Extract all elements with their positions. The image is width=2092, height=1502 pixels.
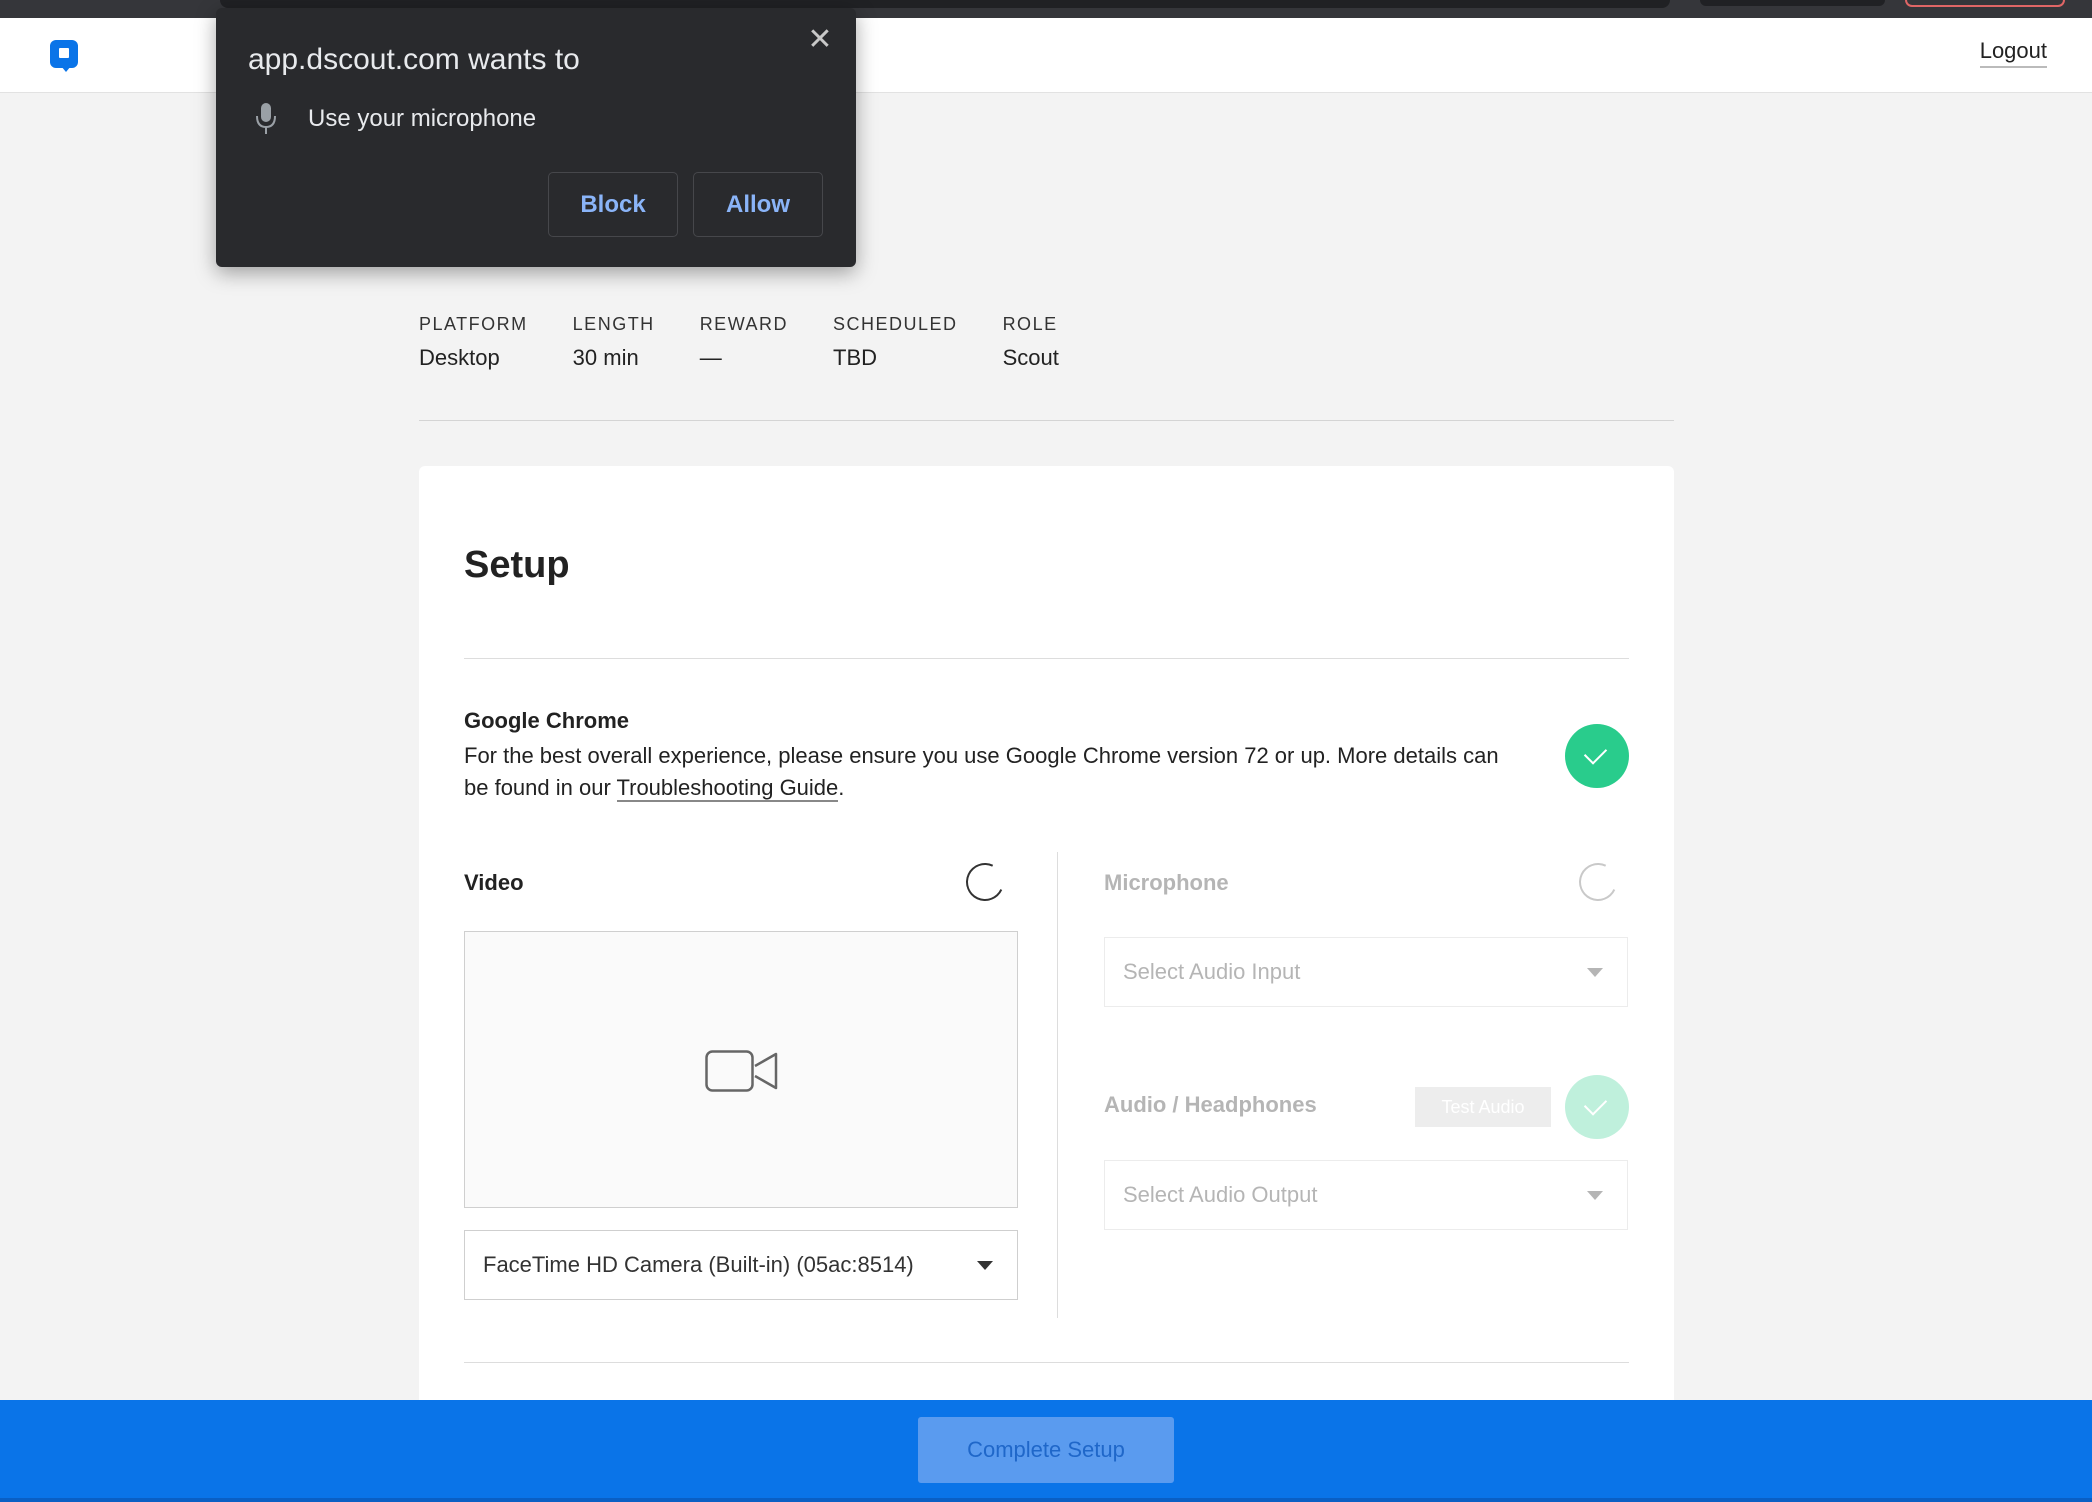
meta-scheduled: SCHEDULED TBD [833, 314, 958, 371]
setup-bottom-divider [464, 1362, 1629, 1363]
video-title: Video [464, 870, 524, 895]
meta-label: SCHEDULED [833, 314, 958, 334]
chevron-down-icon [1587, 968, 1603, 977]
app-root: Logout PLATFORM Desktop LENGTH 30 min RE… [0, 0, 2092, 1502]
meta-value: Scout [1002, 345, 1059, 370]
footer-edge [0, 1498, 2092, 1502]
setup-card: Setup Google Chrome For the best overall… [419, 466, 1674, 1466]
meta-length: LENGTH 30 min [573, 314, 655, 371]
block-button[interactable]: Block [548, 172, 678, 237]
meta-reward: REWARD — [700, 314, 788, 371]
footer-bar: Complete Setup [0, 1400, 2092, 1502]
mission-meta: PLATFORM Desktop LENGTH 30 min REWARD — … [419, 314, 1104, 371]
audio-output-placeholder: Select Audio Output [1123, 1182, 1318, 1207]
meta-label: REWARD [699, 314, 789, 334]
meta-value: 30 min [572, 345, 639, 370]
meta-value: TBD [833, 345, 878, 370]
permission-request-text: Use your microphone [308, 105, 537, 132]
address-bar[interactable] [220, 0, 1670, 8]
meta-label: LENGTH [572, 314, 655, 334]
dscout-logo-icon[interactable] [50, 40, 78, 72]
meta-value: — [699, 345, 722, 370]
chrome-desc-end: . [838, 775, 845, 800]
troubleshooting-guide-link[interactable]: Troubleshooting Guide [616, 775, 839, 802]
camera-select-value: FaceTime HD Camera (Built-in) (05ac:8514… [483, 1252, 914, 1277]
close-icon[interactable]: ✕ [804, 24, 836, 56]
chevron-down-icon [977, 1261, 993, 1270]
allow-button[interactable]: Allow [693, 172, 823, 237]
microphone-icon [256, 103, 276, 134]
chrome-check-description: For the best overall experience, please … [464, 740, 1524, 804]
meta-value: Desktop [419, 345, 500, 370]
audio-input-select[interactable]: Select Audio Input [1104, 937, 1628, 1007]
video-preview [464, 931, 1018, 1208]
camera-select[interactable]: FaceTime HD Camera (Built-in) (05ac:8514… [464, 1230, 1018, 1300]
chrome-check-title: Google Chrome [464, 708, 630, 733]
profile-button[interactable] [1700, 0, 1885, 6]
meta-platform: PLATFORM Desktop [419, 314, 528, 371]
microphone-loading-spinner-icon [1573, 857, 1623, 907]
audio-input-placeholder: Select Audio Input [1123, 959, 1301, 984]
video-camera-icon [705, 1050, 778, 1092]
audio-check-icon [1565, 1075, 1629, 1139]
meta-label: PLATFORM [419, 314, 528, 334]
test-audio-button[interactable]: Test Audio [1415, 1087, 1551, 1127]
permission-popup: app.dscout.com wants to ✕ Use your micro… [216, 8, 856, 267]
setup-title: Setup [464, 544, 570, 586]
video-loading-spinner-icon [960, 857, 1010, 907]
meta-divider [419, 420, 1674, 421]
chrome-check-icon [1565, 724, 1629, 788]
audio-output-select[interactable]: Select Audio Output [1104, 1160, 1628, 1230]
chevron-down-icon [1587, 1191, 1603, 1200]
audio-headphones-title: Audio / Headphones [1104, 1092, 1317, 1117]
meta-label: ROLE [1002, 314, 1058, 334]
permission-popup-title: app.dscout.com wants to [248, 43, 580, 76]
setup-divider [464, 658, 1629, 659]
logout-link[interactable]: Logout [1979, 38, 2047, 68]
column-divider [1057, 852, 1058, 1318]
microphone-title: Microphone [1104, 870, 1229, 895]
complete-setup-button[interactable]: Complete Setup [918, 1417, 1174, 1483]
browser-action-button[interactable] [1905, 0, 2065, 7]
meta-role: ROLE Scout [1003, 314, 1059, 371]
